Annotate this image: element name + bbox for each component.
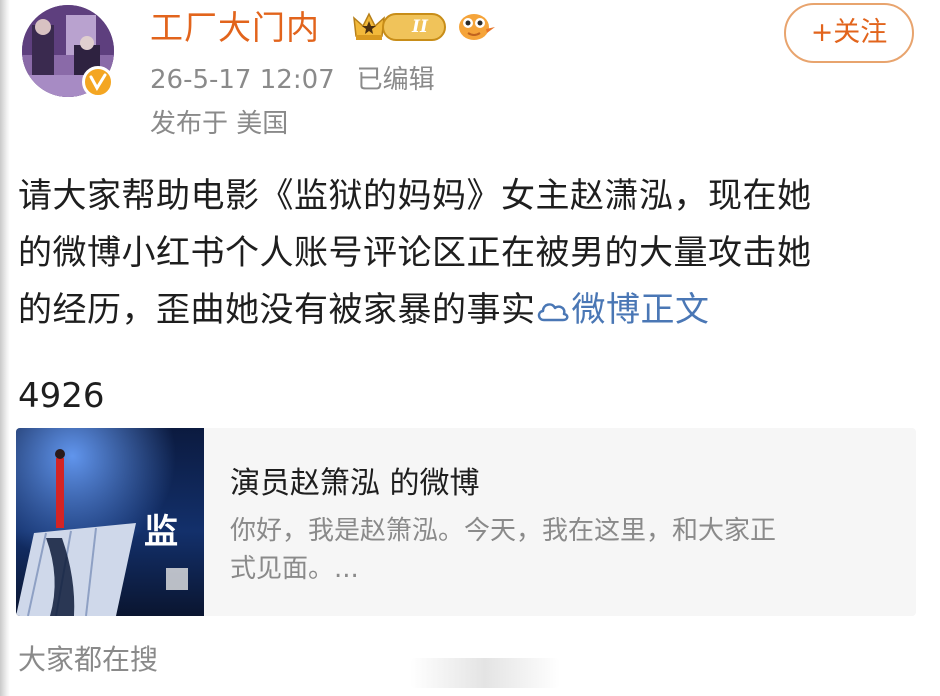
follow-button[interactable]: +关注 <box>784 3 914 63</box>
card-thumbnail: 监 <box>16 428 204 616</box>
post-text-line-last: 的经历，歪曲她没有被家暴的事实 微博正文 <box>18 282 918 339</box>
post-text-line: 请大家帮助电影《监狱的妈妈》女主赵潇泓，现在她 <box>18 176 812 216</box>
poster-title-text: 监 <box>144 512 178 552</box>
weibo-link-label[interactable]: 微博正文 <box>572 290 710 330</box>
post-body: 请大家帮助电影《监狱的妈妈》女主赵潇泓，现在她 的微博小红书个人账号评论区正在被… <box>18 168 918 339</box>
level-badge: II <box>382 13 446 41</box>
movie-poster-image: 监 <box>16 428 204 616</box>
link-card[interactable]: 监 演员赵箫泓 的微博 你好，我是赵箫泓。今天，我在这里，和大家正 式见面。..… <box>16 428 916 616</box>
weibo-post-screen: 工厂大门内 II +关注 26-5-17 12:07 已编辑 发布于 美国 请大家… <box>0 0 940 696</box>
everyone-searching-label: 大家都在搜 <box>18 643 159 676</box>
link-cloud-icon <box>537 303 568 322</box>
card-title[interactable]: 演员赵箫泓 的微博 <box>230 464 480 504</box>
repost-count: 4926 <box>18 376 105 416</box>
crown-icon <box>353 12 385 40</box>
verified-v-icon <box>89 73 107 91</box>
post-text-line: 的经历，歪曲她没有被家暴的事实 <box>18 290 536 330</box>
card-description: 你好，我是赵箫泓。今天，我在这里，和大家正 式见面。... <box>230 512 890 588</box>
blurred-area <box>410 658 560 688</box>
post-text-line: 的微博小红书个人账号评论区正在被男的大量攻击她 <box>18 233 812 273</box>
username[interactable]: 工厂大门内 <box>150 8 320 48</box>
edited-label[interactable]: 已编辑 <box>357 65 435 95</box>
bird-icon <box>459 14 495 40</box>
post-location: 发布于 美国 <box>150 109 289 139</box>
weibo-link[interactable]: 微博正文 <box>536 290 710 330</box>
post-timestamp: 26-5-17 12:07 <box>150 65 335 95</box>
card-desc-line: 式见面。... <box>230 554 359 584</box>
card-desc-line: 你好，我是赵箫泓。今天，我在这里，和大家正 <box>230 516 777 546</box>
verified-icon <box>82 66 114 98</box>
post-meta: 26-5-17 12:07 已编辑 <box>150 62 457 98</box>
screen-edge-shadow <box>0 0 10 696</box>
